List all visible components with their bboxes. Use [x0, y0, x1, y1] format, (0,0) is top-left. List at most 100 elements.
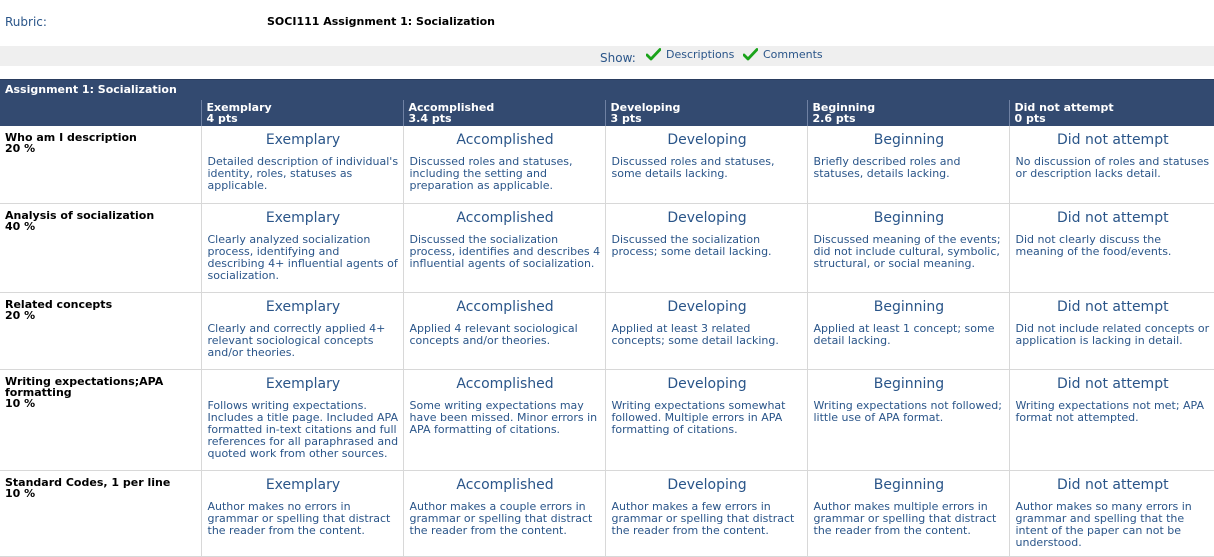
criterion-row: Standard Codes, 1 per line10 % Exemplary…	[0, 470, 1214, 556]
criterion-name: Analysis of socialization	[5, 210, 201, 221]
criterion-cell: Standard Codes, 1 per line10 %	[0, 470, 201, 556]
criterion-cell: Who am I description20 %	[0, 126, 201, 203]
criterion-cell: Analysis of socialization40 %	[0, 203, 201, 292]
level-header: Did not attempt0 pts	[1009, 100, 1214, 126]
level-cell[interactable]: Developing Applied at least 3 related con…	[605, 292, 807, 369]
level-description: Discussed the socialization process, ide…	[410, 234, 601, 270]
level-description: Author makes a couple errors in grammar …	[410, 501, 601, 537]
level-name: Accomplished	[410, 299, 601, 319]
criterion-weight: 10 %	[5, 488, 201, 499]
rubric-label: Rubric:	[5, 15, 47, 29]
criterion-name: Standard Codes, 1 per line	[5, 477, 201, 488]
level-cell[interactable]: Exemplary Clearly analyzed socialization …	[201, 203, 403, 292]
level-name: Exemplary	[208, 132, 399, 152]
show-label: Show:	[600, 51, 636, 65]
rubric-caption: Assignment 1: Socialization	[0, 80, 1214, 101]
level-description: Discussed the socialization process; som…	[612, 234, 803, 258]
level-name: Beginning	[814, 210, 1005, 230]
level-header-points: 2.6 pts	[813, 113, 1009, 124]
level-cell[interactable]: Beginning Discussed meaning of the events…	[807, 203, 1009, 292]
show-descriptions-toggle[interactable]: Descriptions	[646, 48, 734, 61]
level-name: Beginning	[814, 299, 1005, 319]
level-cell[interactable]: Accomplished Applied 4 relevant sociologi…	[403, 292, 605, 369]
level-description: Some writing expectations may have been …	[410, 400, 601, 436]
level-cell[interactable]: DevelopingDiscussed roles and statuses, …	[605, 126, 807, 203]
level-cell[interactable]: BeginningBriefly described roles and sta…	[807, 126, 1009, 203]
criterion-name: Related concepts	[5, 299, 201, 310]
level-description: Applied at least 3 related concepts; som…	[612, 323, 803, 347]
level-cell[interactable]: BeginningWriting expectations not follow…	[807, 369, 1009, 470]
level-cell[interactable]: Exemplary Author makes no errors in gramm…	[201, 470, 403, 556]
criterion-row: Related concepts20 % Exemplary Clearly an…	[0, 292, 1214, 369]
level-name: Developing	[612, 299, 803, 319]
level-description: Clearly and correctly applied 4+ relevan…	[208, 323, 399, 359]
criterion-weight: 10 %	[5, 398, 201, 409]
level-cell[interactable]: Did not attemptWriting expectations not …	[1009, 369, 1214, 470]
level-description: Did not clearly discuss the meaning of t…	[1016, 234, 1211, 258]
level-cell[interactable]: Exemplary Follows writing expectations. I…	[201, 369, 403, 470]
criterion-row: Who am I description20 % ExemplaryDetail…	[0, 126, 1214, 203]
level-header-points: 3.4 pts	[409, 113, 605, 124]
level-description: Applied 4 relevant sociological concepts…	[410, 323, 601, 347]
level-description: Discussed roles and statuses, including …	[410, 156, 601, 192]
level-header-row: Exemplary4 pts Accomplished3.4 pts Devel…	[0, 100, 1214, 126]
show-comments-toggle[interactable]: Comments	[743, 48, 823, 61]
level-cell[interactable]: Beginning Author makes multiple errors in…	[807, 470, 1009, 556]
level-description: Author makes multiple errors in grammar …	[814, 501, 1005, 537]
level-cell[interactable]: Accomplished Some writing expectations ma…	[403, 369, 605, 470]
rubric-caption-row: Assignment 1: Socialization	[0, 80, 1214, 101]
level-description: Author makes no errors in grammar or spe…	[208, 501, 399, 537]
level-description: Did not include related concepts or appl…	[1016, 323, 1211, 347]
level-description: Writing expectations somewhat followed. …	[612, 400, 803, 436]
level-cell[interactable]: AccomplishedAuthor makes a couple errors…	[403, 470, 605, 556]
level-cell[interactable]: Did not attemptNo discussion of roles an…	[1009, 126, 1214, 203]
level-name: Exemplary	[208, 210, 399, 230]
level-cell[interactable]: Did not attempt Did not include related c…	[1009, 292, 1214, 369]
level-name: Developing	[612, 477, 803, 497]
show-options-bar: Show: Descriptions Comments	[0, 46, 1214, 66]
criterion-weight: 20 %	[5, 310, 201, 321]
level-description: Clearly analyzed socialization process, …	[208, 234, 399, 282]
level-description: No discussion of roles and statuses or d…	[1016, 156, 1211, 180]
criterion-weight: 20 %	[5, 143, 201, 154]
criterion-name: Writing expectations;APA formatting	[5, 376, 201, 398]
level-name: Beginning	[814, 477, 1005, 497]
show-comments-label: Comments	[763, 48, 823, 61]
level-description: Author makes a few errors in grammar or …	[612, 501, 803, 537]
level-description: Applied at least 1 concept; some detail …	[814, 323, 1005, 347]
level-description: Follows writing expectations. Includes a…	[208, 400, 399, 460]
level-cell[interactable]: Did not attemptDid not clearly discuss t…	[1009, 203, 1214, 292]
level-cell[interactable]: DevelopingWriting expectations somewhat …	[605, 369, 807, 470]
level-name: Exemplary	[208, 376, 399, 396]
checkmark-icon	[743, 48, 758, 61]
level-name: Did not attempt	[1016, 299, 1211, 319]
level-cell[interactable]: Developing Author makes a few errors in g…	[605, 470, 807, 556]
level-header: Exemplary4 pts	[201, 100, 403, 126]
criterion-cell: Writing expectations;APA formatting10 %	[0, 369, 201, 470]
level-cell[interactable]: Did not attempt Author makes so many erro…	[1009, 470, 1214, 556]
level-name: Did not attempt	[1016, 477, 1211, 497]
level-name: Exemplary	[208, 477, 399, 497]
level-cell[interactable]: AccomplishedDiscussed roles and statuses…	[403, 126, 605, 203]
level-header-points: 0 pts	[1015, 113, 1214, 124]
level-name: Accomplished	[410, 210, 601, 230]
level-description: Writing expectations not met; APA format…	[1016, 400, 1211, 424]
level-cell[interactable]: DevelopingDiscussed the socialization pr…	[605, 203, 807, 292]
checkmark-icon	[646, 48, 661, 61]
level-header: Developing3 pts	[605, 100, 807, 126]
level-cell[interactable]: Exemplary Clearly and correctly applied 4…	[201, 292, 403, 369]
level-description: Author makes so many errors in grammar a…	[1016, 501, 1211, 549]
level-cell[interactable]: Beginning Applied at least 1 concept; som…	[807, 292, 1009, 369]
level-cell[interactable]: ExemplaryDetailed description of individ…	[201, 126, 403, 203]
criterion-cell: Related concepts20 %	[0, 292, 201, 369]
level-name: Developing	[612, 132, 803, 152]
level-name: Exemplary	[208, 299, 399, 319]
level-name: Accomplished	[410, 376, 601, 396]
rubric-title: SOCI111 Assignment 1: Socialization	[267, 15, 495, 28]
level-cell[interactable]: Accomplished Discussed the socialization …	[403, 203, 605, 292]
level-header: Beginning2.6 pts	[807, 100, 1009, 126]
level-description: Discussed meaning of the events; did not…	[814, 234, 1005, 270]
level-header: Accomplished3.4 pts	[403, 100, 605, 126]
level-header-points: 3 pts	[611, 113, 807, 124]
criterion-row: Writing expectations;APA formatting10 % …	[0, 369, 1214, 470]
